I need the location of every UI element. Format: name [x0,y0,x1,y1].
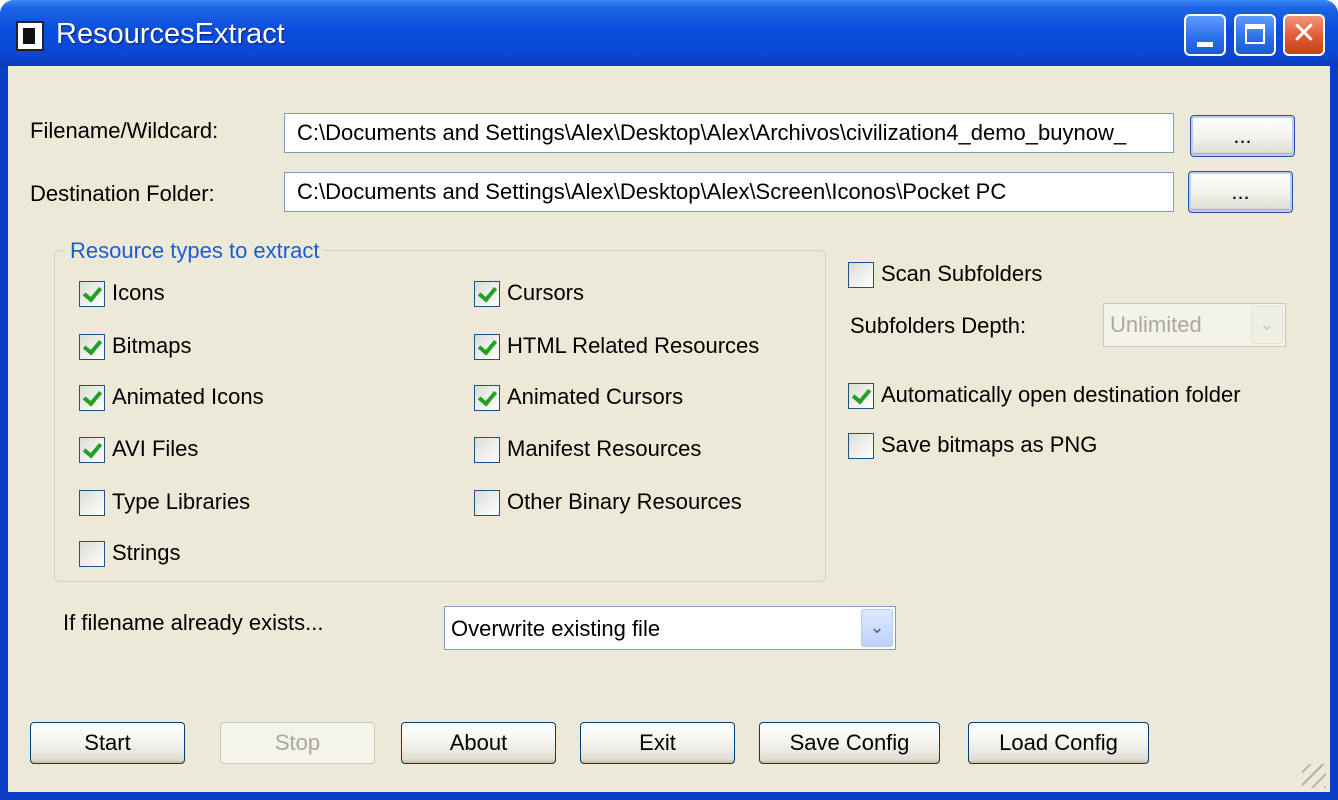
checkbox-box[interactable] [79,334,105,360]
checkbox-label: Manifest Resources [507,436,702,461]
resize-grip[interactable] [1302,764,1326,788]
title-bar[interactable]: ResourcesExtract ✕ [0,0,1338,66]
checkbox-label: Other Binary Resources [507,489,742,514]
checkbox-label: Bitmaps [112,333,192,358]
if-exists-select[interactable]: Overwrite existing file ⌄ [444,606,896,650]
filename-input[interactable]: C:\Documents and Settings\Alex\Desktop\A… [284,113,1174,153]
checkbox-box[interactable] [474,490,500,516]
close-button[interactable]: ✕ [1283,14,1325,56]
window-title: ResourcesExtract [56,18,285,50]
checkbox-label: AVI Files [112,436,199,461]
minimize-button[interactable] [1184,14,1226,56]
subfolders-depth-label: Subfolders Depth: [850,313,1027,338]
checkbox-label: Animated Cursors [507,384,684,409]
checkbox-label: Cursors [507,280,585,305]
checkbox-box[interactable] [474,437,500,463]
stop-button[interactable]: Stop [220,722,375,764]
resource-types-title: Resource types to extract [66,238,324,264]
checkbox-box[interactable] [79,281,105,307]
about-button[interactable]: About [401,722,556,764]
maximize-button[interactable] [1234,14,1276,56]
checkbox-box[interactable] [474,281,500,307]
checkbox-label: Animated Icons [112,384,264,409]
checkbox-box[interactable] [79,437,105,463]
subfolders-depth-select[interactable]: Unlimited ⌄ [1103,303,1286,347]
app-window: ResourcesExtract ✕ Filename/Wildcard: C:… [0,0,1338,800]
checkbox-label: Automatically open destination folder [881,382,1241,407]
checkbox-label: HTML Related Resources [507,333,760,358]
chevron-down-icon[interactable]: ⌄ [1251,306,1283,344]
checkbox-label: Save bitmaps as PNG [881,432,1098,457]
checkbox-label: Icons [112,280,165,305]
checkbox-box[interactable] [474,385,500,411]
if-exists-value: Overwrite existing file [451,616,661,641]
dialog-body: Filename/Wildcard: C:\Documents and Sett… [8,66,1330,792]
checkbox-box[interactable] [848,262,874,288]
load-config-button[interactable]: Load Config [968,722,1149,764]
resource-types-group [54,250,826,582]
checkbox-label: Scan Subfolders [881,261,1043,286]
checkbox-box[interactable] [79,385,105,411]
app-icon [16,21,44,51]
checkbox-box[interactable] [79,541,105,567]
start-button[interactable]: Start [30,722,185,764]
save-config-button[interactable]: Save Config [759,722,940,764]
if-exists-label: If filename already exists... [63,610,324,635]
checkbox-box[interactable] [848,383,874,409]
subfolders-depth-value: Unlimited [1110,312,1202,337]
checkbox-label: Strings [112,540,181,565]
filename-browse-button[interactable]: ... [1190,115,1295,157]
chevron-down-icon[interactable]: ⌄ [861,609,893,647]
checkbox-box[interactable] [79,490,105,516]
checkbox-box[interactable] [474,334,500,360]
checkbox-label: Type Libraries [112,489,251,514]
destination-input[interactable]: C:\Documents and Settings\Alex\Desktop\A… [284,172,1174,212]
destination-label: Destination Folder: [30,181,215,206]
checkbox-box[interactable] [848,433,874,459]
destination-browse-button[interactable]: ... [1188,171,1293,213]
exit-button[interactable]: Exit [580,722,735,764]
filename-label: Filename/Wildcard: [30,118,219,143]
